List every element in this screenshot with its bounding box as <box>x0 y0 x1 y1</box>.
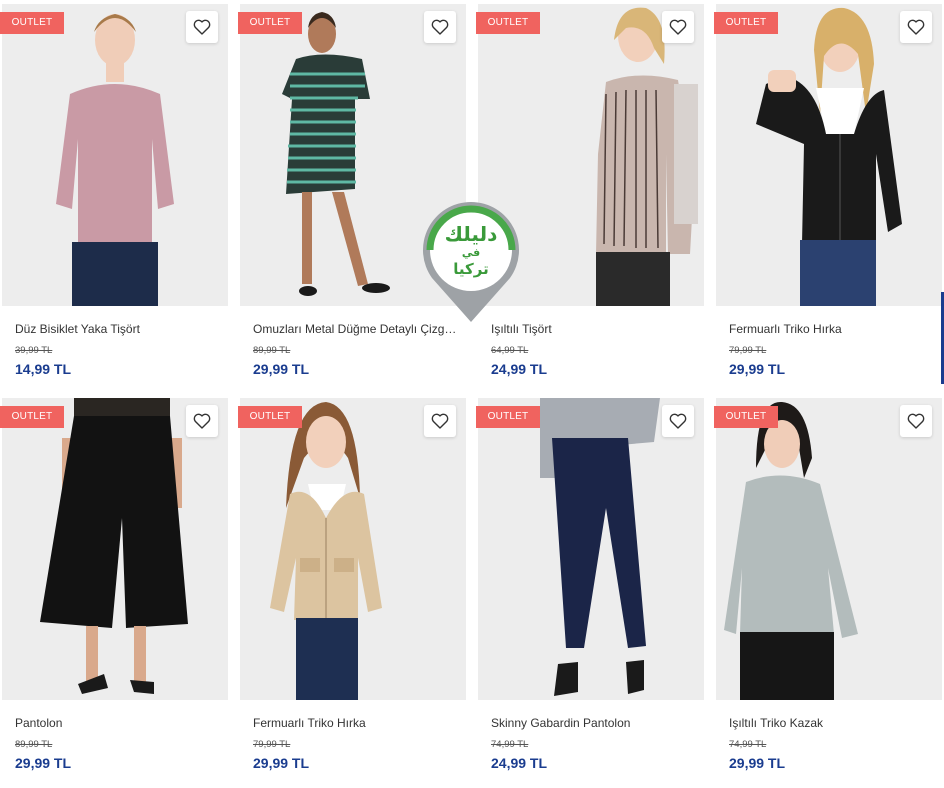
product-image[interactable] <box>478 398 704 700</box>
product-card[interactable]: OUTLET Fermuarlı Triko Hırka 79,99 TL 29… <box>714 0 942 394</box>
old-price: 74,99 TL <box>491 739 529 750</box>
favorite-button[interactable] <box>186 11 218 43</box>
heart-outline-icon <box>669 413 687 429</box>
product-name[interactable]: Omuzları Metal Düğme Detaylı Çizgil... <box>253 322 458 336</box>
product-card[interactable]: OUTLET Skinny Gabardin Pantolon 74,99 TL… <box>476 394 704 788</box>
heart-outline-icon <box>431 413 449 429</box>
heart-outline-icon <box>669 19 687 35</box>
product-name[interactable]: Fermuarlı Triko Hırka <box>729 322 934 336</box>
product-name[interactable]: Fermuarlı Triko Hırka <box>253 716 458 730</box>
favorite-button[interactable] <box>662 11 694 43</box>
product-name[interactable]: Işıltılı Triko Kazak <box>729 716 934 730</box>
heart-outline-icon <box>907 19 925 35</box>
heart-outline-icon <box>431 19 449 35</box>
product-image[interactable] <box>240 398 466 700</box>
favorite-button[interactable] <box>900 11 932 43</box>
outlet-badge: OUTLET <box>0 12 64 34</box>
favorite-button[interactable] <box>186 405 218 437</box>
favorite-button[interactable] <box>424 405 456 437</box>
old-price: 64,99 TL <box>491 345 529 356</box>
product-image[interactable] <box>716 4 942 306</box>
product-name[interactable]: Pantolon <box>15 716 220 730</box>
product-card[interactable]: OUTLET Pantolon 89,99 TL 29,99 TL <box>0 394 228 788</box>
favorite-button[interactable] <box>662 405 694 437</box>
product-image[interactable] <box>2 4 228 306</box>
current-price: 29,99 TL <box>253 361 310 377</box>
current-price: 29,99 TL <box>729 755 786 771</box>
outlet-badge: OUTLET <box>238 12 302 34</box>
outlet-badge: OUTLET <box>714 406 778 428</box>
product-card[interactable]: OUTLET Omuzları Metal Düğme Detaylı Çizg… <box>238 0 466 394</box>
current-price: 29,99 TL <box>15 755 72 771</box>
old-price: 39,99 TL <box>15 345 53 356</box>
heart-outline-icon <box>907 413 925 429</box>
old-price: 79,99 TL <box>253 739 291 750</box>
product-card[interactable]: OUTLET Fermuarlı Triko Hırka 79,99 TL 29… <box>238 394 466 788</box>
heart-outline-icon <box>193 19 211 35</box>
outlet-badge: OUTLET <box>0 406 64 428</box>
heart-outline-icon <box>193 413 211 429</box>
product-grid: OUTLET Düz Bisiklet Yaka Tişört 39,99 TL… <box>0 0 944 777</box>
current-price: 24,99 TL <box>491 755 548 771</box>
product-name[interactable]: Işıltılı Tişört <box>491 322 696 336</box>
outlet-badge: OUTLET <box>476 406 540 428</box>
product-card[interactable]: OUTLET Işıltılı Triko Kazak 74,99 TL 29,… <box>714 394 942 788</box>
old-price: 89,99 TL <box>253 345 291 356</box>
old-price: 79,99 TL <box>729 345 767 356</box>
product-image[interactable] <box>240 4 466 306</box>
current-price: 29,99 TL <box>253 755 310 771</box>
product-card[interactable]: OUTLET Işıltılı Tişört 64,99 TL 24,99 TL <box>476 0 704 394</box>
old-price: 74,99 TL <box>729 739 767 750</box>
product-name[interactable]: Skinny Gabardin Pantolon <box>491 716 696 730</box>
outlet-badge: OUTLET <box>476 12 540 34</box>
product-name[interactable]: Düz Bisiklet Yaka Tişört <box>15 322 220 336</box>
product-image[interactable] <box>478 4 704 306</box>
favorite-button[interactable] <box>900 405 932 437</box>
product-image[interactable] <box>716 398 942 700</box>
old-price: 89,99 TL <box>15 739 53 750</box>
current-price: 24,99 TL <box>491 361 548 377</box>
current-price: 14,99 TL <box>15 361 72 377</box>
favorite-button[interactable] <box>424 11 456 43</box>
product-card[interactable]: OUTLET Düz Bisiklet Yaka Tişört 39,99 TL… <box>0 0 228 394</box>
outlet-badge: OUTLET <box>714 12 778 34</box>
current-price: 29,99 TL <box>729 361 786 377</box>
outlet-badge: OUTLET <box>238 406 302 428</box>
product-image[interactable] <box>2 398 228 700</box>
